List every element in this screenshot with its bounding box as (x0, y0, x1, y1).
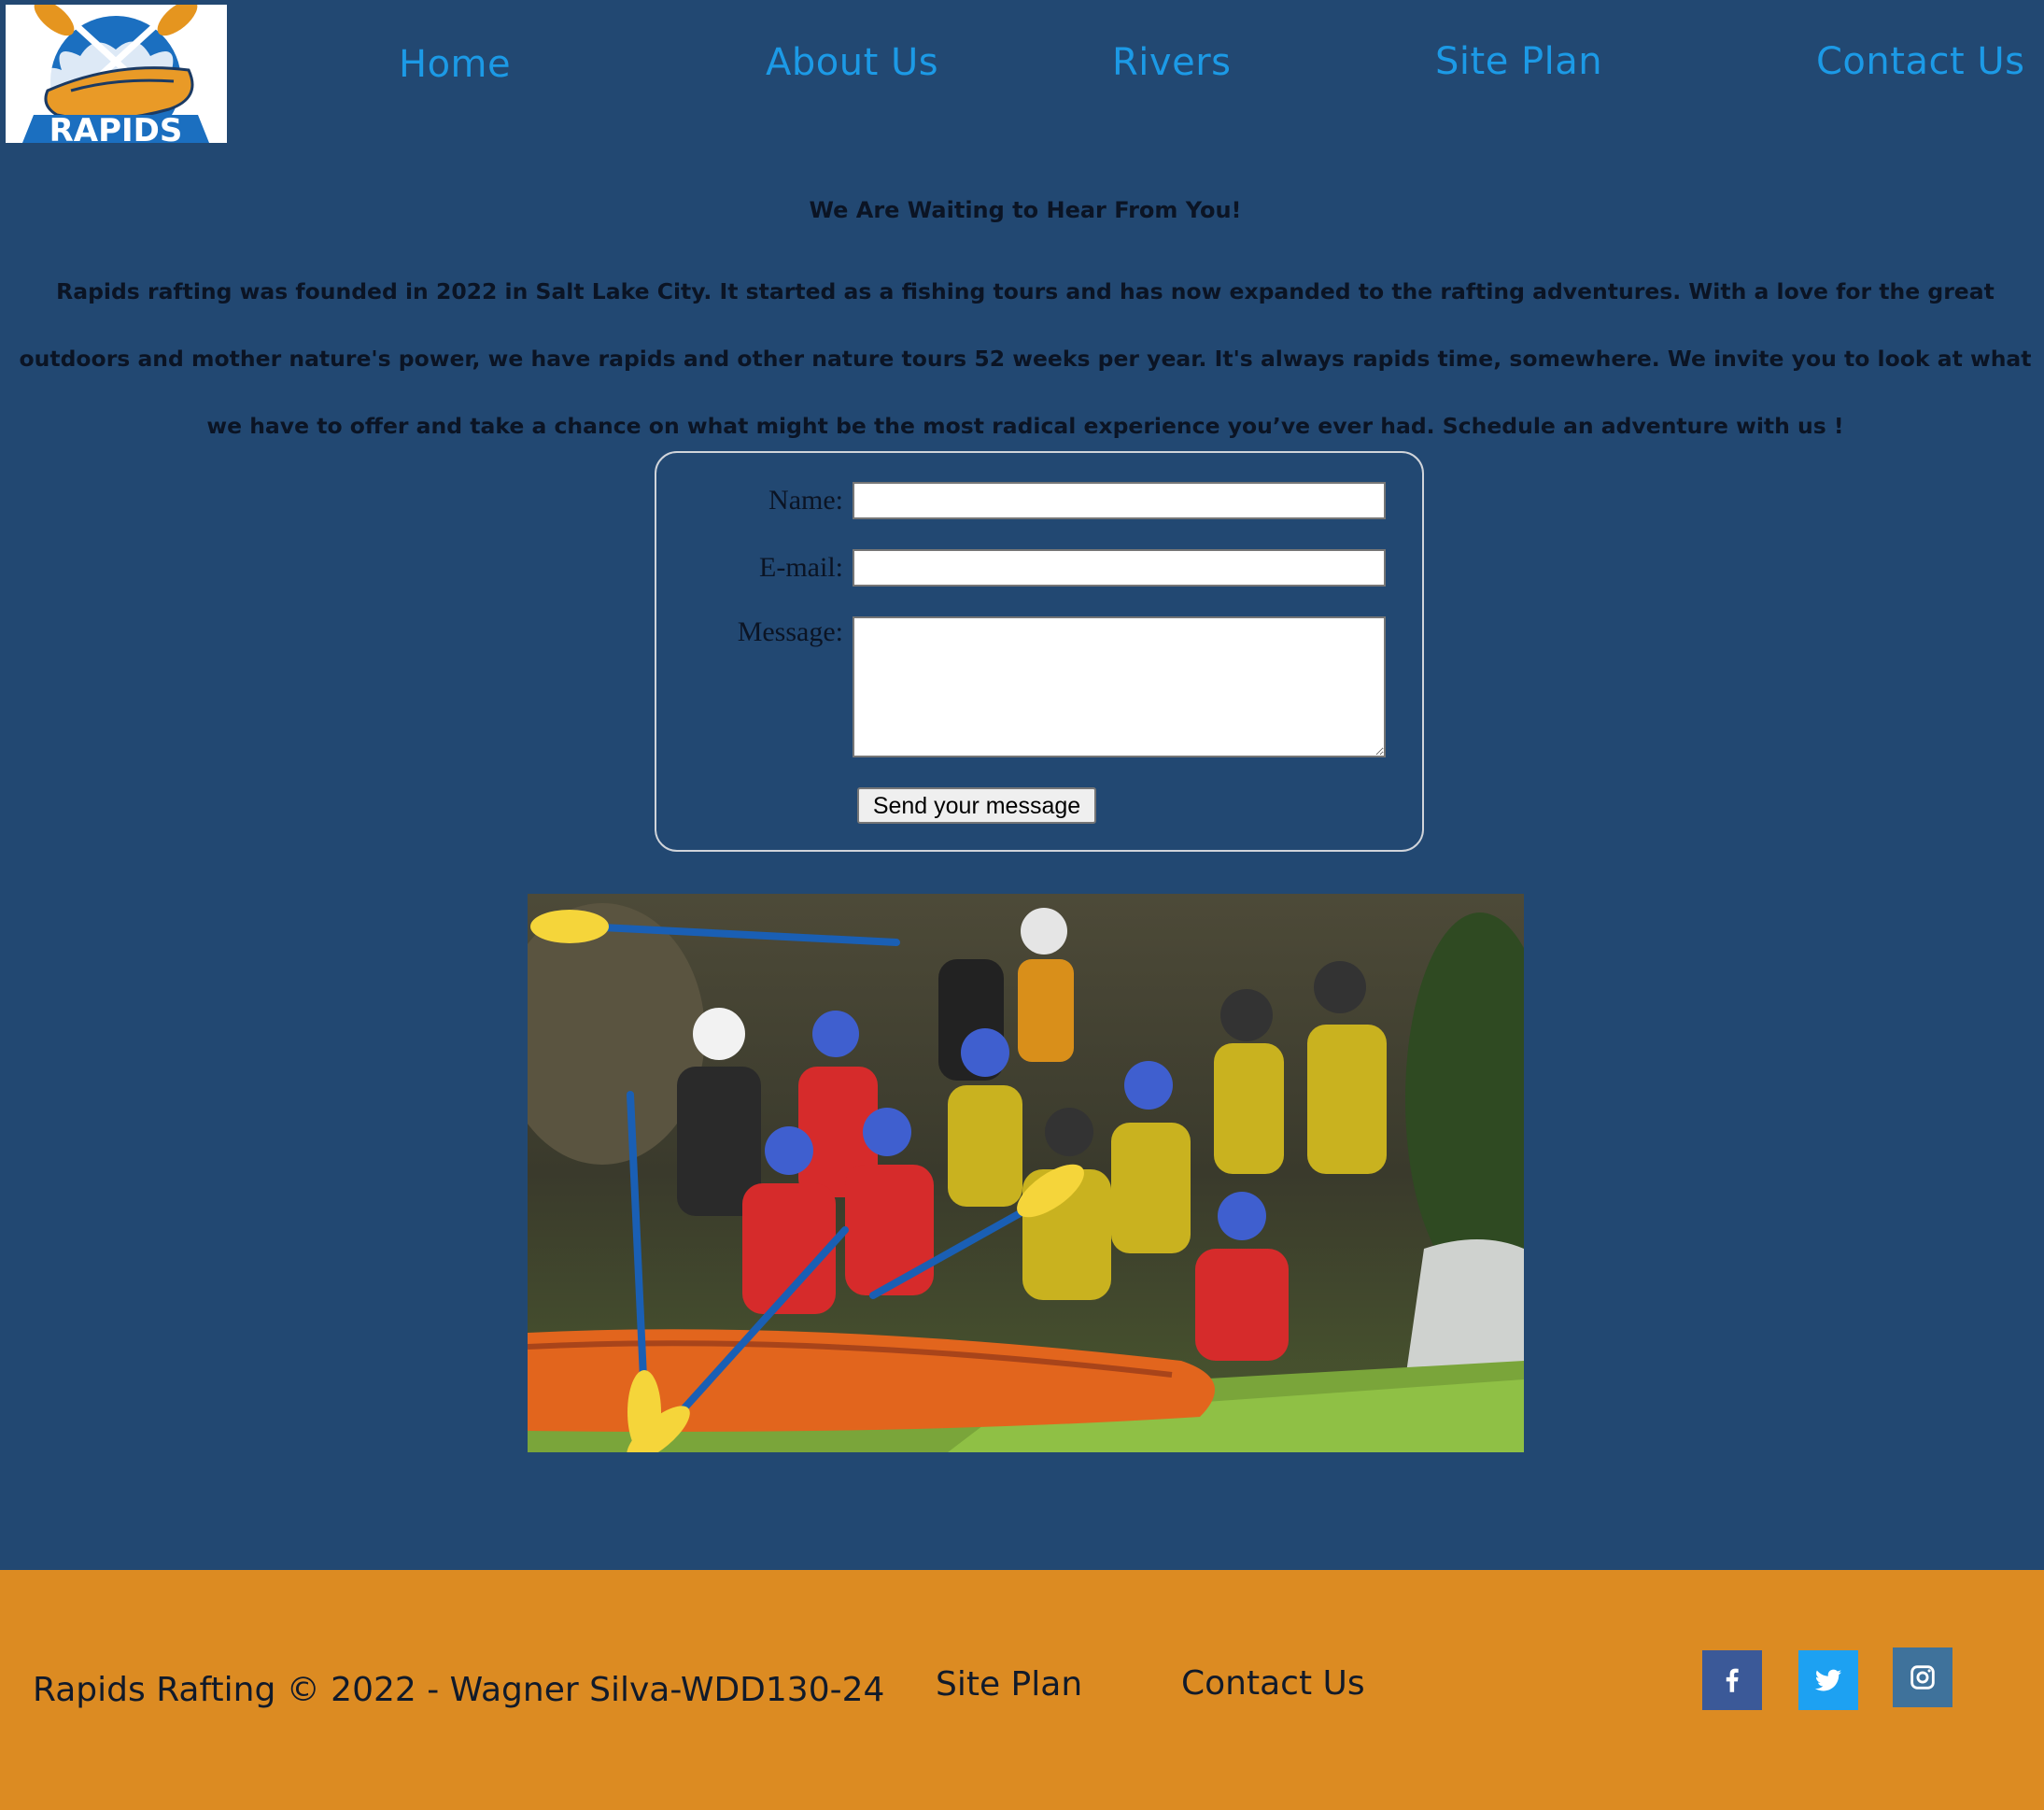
instagram-icon[interactable] (1893, 1647, 1952, 1707)
message-label: Message: (737, 616, 843, 647)
rafting-group-photo (528, 894, 1524, 1452)
site-footer: Rapids Rafting © 2022 - Wagner Silva-WDD… (0, 1570, 2044, 1810)
intro-paragraph: Rapids rafting was founded in 2022 in Sa… (19, 278, 2032, 439)
email-input[interactable] (853, 549, 1386, 587)
twitter-icon[interactable] (1798, 1650, 1858, 1710)
name-input[interactable] (853, 482, 1386, 519)
nav-home[interactable]: Home (399, 43, 511, 86)
name-label: Name: (768, 485, 843, 516)
email-label: E-mail: (759, 552, 843, 583)
footer-copyright: Rapids Rafting © 2022 - Wagner Silva-WDD… (33, 1671, 885, 1709)
nav-contact-us[interactable]: Contact Us (1816, 40, 2024, 83)
nav-about-us[interactable]: About Us (766, 41, 938, 84)
logo-text: RAPIDS (49, 112, 183, 143)
nav-rivers[interactable]: Rivers (1112, 41, 1231, 84)
message-textarea[interactable] (853, 616, 1386, 757)
footer-link-contact-us[interactable]: Contact Us (1181, 1664, 1365, 1703)
page-heading: We Are Waiting to Hear From You! (809, 197, 1242, 223)
send-message-button[interactable]: Send your message (857, 787, 1096, 824)
nav-site-plan[interactable]: Site Plan (1435, 40, 1602, 83)
footer-link-site-plan[interactable]: Site Plan (936, 1665, 1082, 1704)
facebook-icon[interactable] (1702, 1650, 1762, 1710)
rapids-logo[interactable]: RAPIDS (6, 5, 227, 143)
